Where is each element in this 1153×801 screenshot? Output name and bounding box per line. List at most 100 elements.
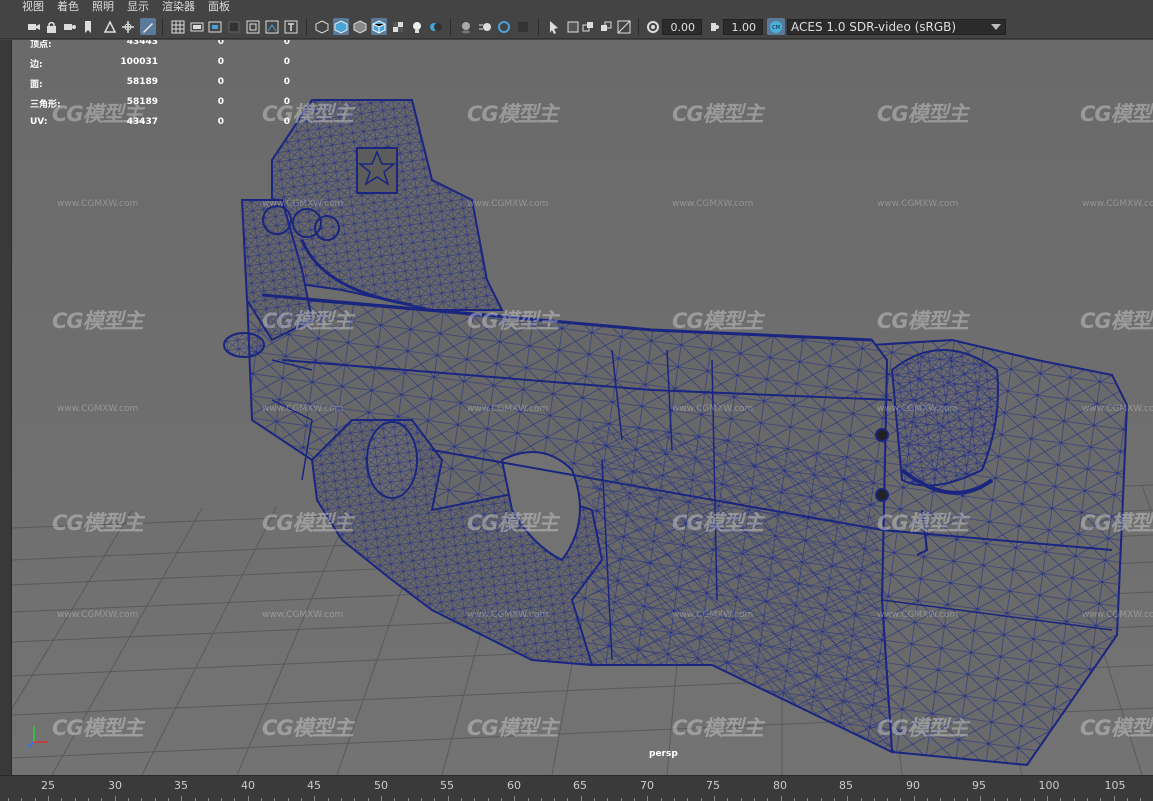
watermark-url: www.CGMXW.com <box>57 404 139 414</box>
watermark-logo: CG模型主 <box>672 716 764 740</box>
watermark-url: www.CGMXW.com <box>57 610 139 620</box>
xray-icon[interactable] <box>565 18 581 35</box>
time-tick <box>1113 796 1115 801</box>
2d-pan-zoom-icon[interactable] <box>120 18 136 35</box>
safe-title-icon[interactable] <box>283 18 299 35</box>
menu-lighting[interactable]: 照明 <box>92 0 114 14</box>
time-label: 60 <box>507 779 521 792</box>
gate-mask-icon[interactable] <box>226 18 242 35</box>
chevron-down-icon <box>991 24 1001 30</box>
view-axis-gizmo-icon <box>27 726 48 748</box>
lock-camera-icon[interactable] <box>44 18 60 35</box>
xray-components-icon[interactable] <box>598 18 614 35</box>
default-material-icon[interactable] <box>352 18 368 35</box>
watermark-url: www.CGMXW.com <box>262 199 344 209</box>
time-label: 40 <box>241 779 255 792</box>
color-management-icon[interactable]: CM <box>767 18 785 35</box>
grid-icon[interactable] <box>170 18 186 35</box>
depth-of-field-icon[interactable] <box>515 18 531 35</box>
watermark-logo: CG模型主 <box>467 102 559 126</box>
isolate-select-icon[interactable] <box>546 18 562 35</box>
view-transform-value: ACES 1.0 SDR-video (sRGB) <box>791 20 957 34</box>
panel-toolbar: 0.00 1.00 CM ACES 1.0 SDR-video (sRGB) <box>0 14 1153 39</box>
shadows-icon[interactable] <box>428 18 444 35</box>
xray-joints-icon[interactable] <box>580 18 596 35</box>
screen-space-ao-icon[interactable] <box>458 18 474 35</box>
perspective-viewport[interactable]: CG模型主 CG模型主 CG模型主 CG模型主 CG模型主 CG模型主 www.… <box>12 40 1153 775</box>
time-label: 105 <box>1104 779 1126 792</box>
view-transform-dropdown[interactable]: ACES 1.0 SDR-video (sRGB) <box>787 19 1006 35</box>
time-tick <box>381 796 382 801</box>
field-chart-icon[interactable] <box>245 18 261 35</box>
hud-row-faces: 面: 58189 0 0 <box>30 77 290 90</box>
time-tick <box>580 796 582 801</box>
menu-shading[interactable]: 着色 <box>57 0 79 14</box>
backface-culling-icon[interactable] <box>616 18 632 35</box>
use-all-lights-icon[interactable] <box>409 18 425 35</box>
gamma-icon[interactable] <box>706 18 722 35</box>
time-tick <box>247 796 249 801</box>
watermark-logo: CG模型主 <box>877 102 969 126</box>
hud-row-vertices: 顶点: 43443 0 0 <box>30 40 290 50</box>
motion-blur-icon[interactable] <box>477 18 493 35</box>
gamma-field[interactable]: 1.00 <box>723 19 763 35</box>
time-label: 75 <box>706 779 720 792</box>
time-tick <box>48 796 49 801</box>
menu-bar: 视图 着色 照明 显示 渲染器 面板 <box>0 0 1153 14</box>
watermark-url: www.CGMXW.com <box>672 199 754 209</box>
bookmark-icon[interactable] <box>80 18 96 35</box>
watermark-url: www.CGMXW.com <box>262 404 344 414</box>
watermark-url: www.CGMXW.com <box>672 404 754 414</box>
resolution-gate-icon[interactable] <box>207 18 223 35</box>
time-label: 80 <box>773 779 787 792</box>
time-tick <box>847 796 849 801</box>
image-plane-icon[interactable] <box>102 18 118 35</box>
watermark-url: www.CGMXW.com <box>467 199 549 209</box>
time-label: 55 <box>440 779 454 792</box>
watermark-url: www.CGMXW.com <box>877 199 959 209</box>
watermark-url: www.CGMXW.com <box>672 610 754 620</box>
watermark-logo: CG模型主 <box>672 102 764 126</box>
hud-row-edges: 边: 100031 0 0 <box>30 57 290 70</box>
watermark-logo: CG模型主 <box>52 716 144 740</box>
wireframe-icon[interactable] <box>314 18 330 35</box>
textured-icon[interactable] <box>390 18 406 35</box>
safe-action-icon[interactable] <box>264 18 280 35</box>
anti-aliasing-icon[interactable] <box>496 18 512 35</box>
time-label: 95 <box>972 779 986 792</box>
grease-pencil-icon[interactable] <box>140 18 156 35</box>
time-slider[interactable]: 25 30 35 40 45 50 55 60 65 70 75 80 85 9… <box>0 775 1153 801</box>
watermark-logo: CG模型主 <box>262 716 354 740</box>
watermark-logo: CG模型主 <box>1080 716 1153 740</box>
watermark-url: www.CGMXW.com <box>1082 404 1153 414</box>
menu-view[interactable]: 视图 <box>22 0 44 14</box>
left-edge-strip <box>0 40 12 775</box>
camera-name-label: persp <box>649 749 678 759</box>
menu-show[interactable]: 显示 <box>127 0 149 14</box>
time-label: 85 <box>839 779 853 792</box>
hud-row-uvs: UV: 43437 0 0 <box>30 117 290 127</box>
svg-text:CM: CM <box>772 25 780 31</box>
exposure-icon[interactable] <box>645 18 661 35</box>
time-label: 100 <box>1038 779 1060 792</box>
time-label: 65 <box>573 779 587 792</box>
watermark-url: www.CGMXW.com <box>467 404 549 414</box>
watermark-logo: CG模型主 <box>877 716 969 740</box>
watermark-logo: CG模型主 <box>1080 511 1153 535</box>
time-tick <box>714 796 715 801</box>
watermark-logo: CG模型主 <box>672 309 764 333</box>
camera-attributes-icon[interactable] <box>62 18 78 35</box>
watermark-logo: CG模型主 <box>1080 309 1153 333</box>
smooth-shade-icon[interactable] <box>333 18 349 35</box>
select-camera-icon[interactable] <box>26 18 42 35</box>
watermark-logo: CG模型主 <box>262 511 354 535</box>
time-tick <box>980 796 982 801</box>
film-gate-icon[interactable] <box>189 18 205 35</box>
time-tick <box>647 796 649 801</box>
time-tick <box>181 796 183 801</box>
wireframe-on-shaded-icon[interactable] <box>371 18 387 35</box>
menu-renderer[interactable]: 渲染器 <box>162 0 195 14</box>
time-label: 35 <box>174 779 188 792</box>
exposure-field[interactable]: 0.00 <box>662 19 702 35</box>
menu-panels[interactable]: 面板 <box>208 0 230 14</box>
